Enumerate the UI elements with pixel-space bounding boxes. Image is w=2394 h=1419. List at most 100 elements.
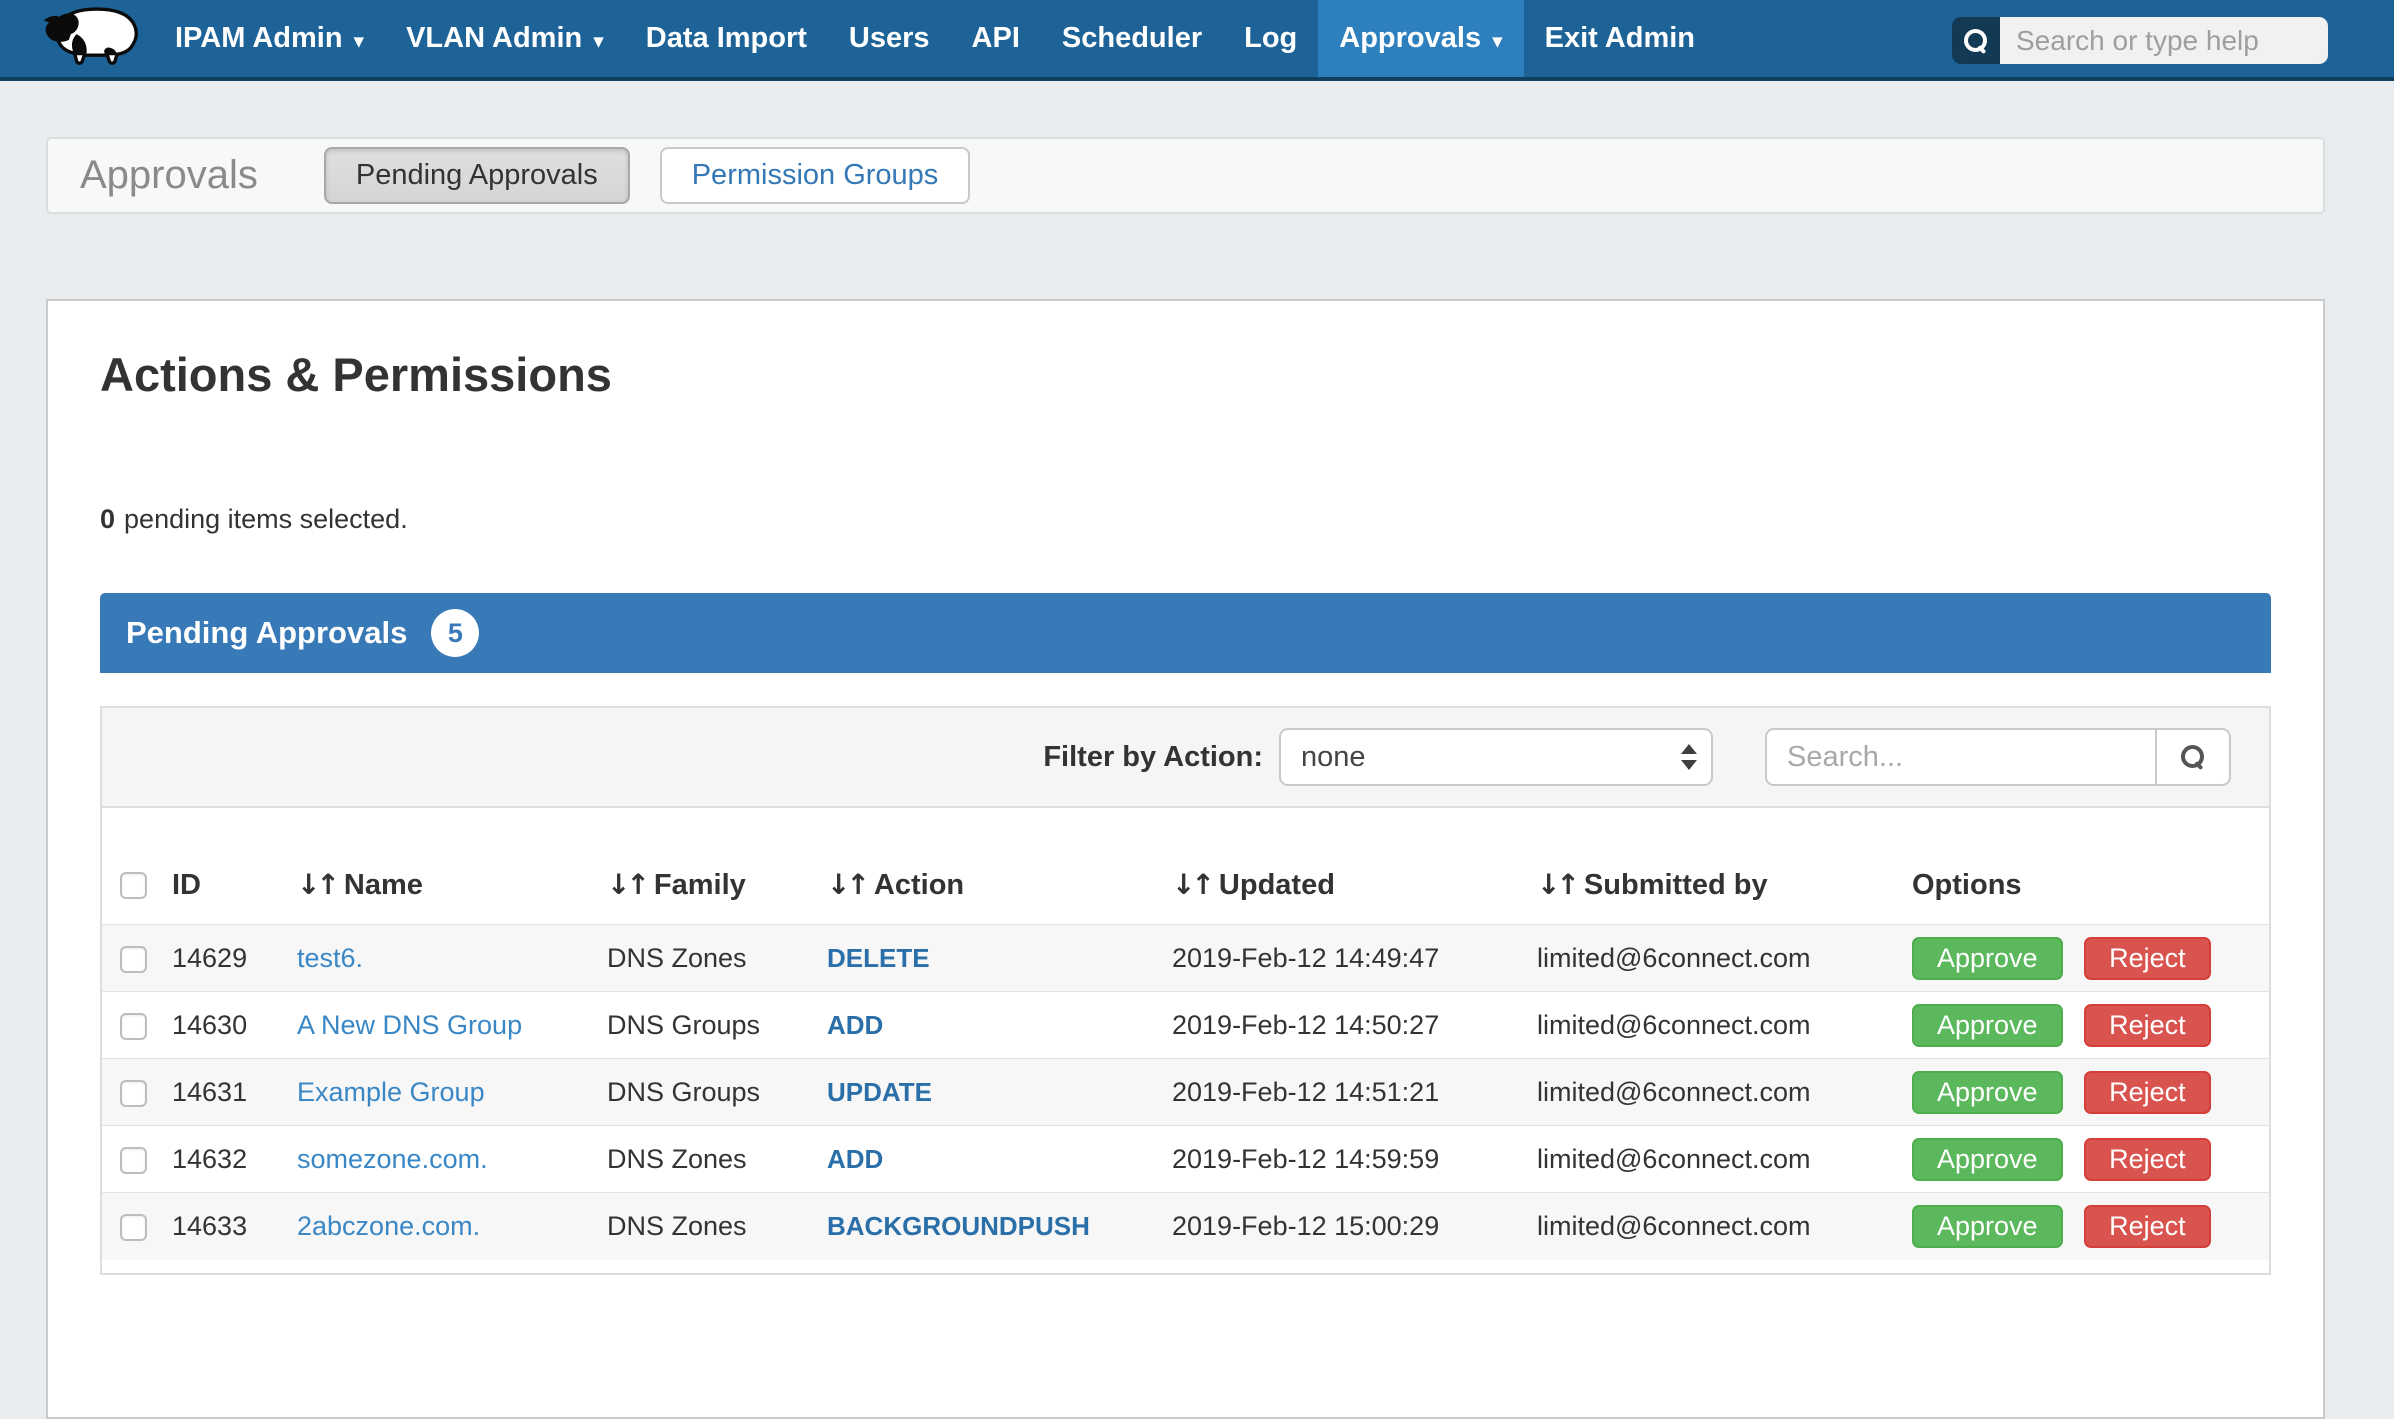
row-name-cell: 2abczone.com. (291, 1193, 601, 1260)
row-action: UPDATE (821, 1059, 1166, 1126)
approve-button[interactable]: Approve (1912, 1138, 2063, 1181)
sort-icon: ↓↑ (297, 868, 336, 901)
nav-item-ipam-admin[interactable]: IPAM Admin▾ (154, 0, 385, 77)
nav-item-label: Users (849, 22, 930, 55)
reject-button[interactable]: Reject (2084, 1004, 2211, 1047)
row-checkbox[interactable] (120, 946, 147, 973)
row-action: DELETE (821, 925, 1166, 992)
reject-button[interactable]: Reject (2084, 1071, 2211, 1114)
select-stepper-icon (1681, 744, 1697, 770)
rhino-logo-icon (40, 5, 142, 72)
table-header-row: ID ↓↑Name ↓↑Family ↓↑Action ↓↑Updated ↓↑… (102, 808, 2269, 925)
row-options-cell: Approve Reject (1906, 925, 2269, 992)
column-header-action[interactable]: ↓↑Action (821, 808, 1166, 925)
nav-item-vlan-admin[interactable]: VLAN Admin▾ (385, 0, 625, 77)
row-name-link[interactable]: test6. (297, 943, 363, 973)
reject-button[interactable]: Reject (2084, 937, 2211, 980)
row-updated: 2019-Feb-12 14:50:27 (1166, 992, 1531, 1059)
reject-button[interactable]: Reject (2084, 1138, 2211, 1181)
tab-permission-groups[interactable]: Permission Groups (660, 147, 971, 204)
row-checkbox[interactable] (120, 1214, 147, 1241)
row-submitted-by: limited@6connect.com (1531, 925, 1906, 992)
global-search (1952, 17, 2328, 64)
reject-button[interactable]: Reject (2084, 1205, 2211, 1248)
row-id: 14629 (166, 925, 291, 992)
chevron-down-icon: ▾ (593, 24, 604, 53)
row-submitted-by: limited@6connect.com (1531, 1193, 1906, 1260)
table-row: 14629 test6. DNS Zones DELETE 2019-Feb-1… (102, 925, 2269, 992)
row-submitted-by: limited@6connect.com (1531, 1059, 1906, 1126)
table-row: 14633 2abczone.com. DNS Zones BACKGROUND… (102, 1193, 2269, 1260)
panel-title: Pending Approvals (126, 615, 407, 651)
column-header-family[interactable]: ↓↑Family (601, 808, 821, 925)
row-name-link[interactable]: somezone.com. (297, 1144, 488, 1174)
nav-item-log[interactable]: Log (1223, 0, 1318, 77)
nav-item-label: API (972, 22, 1020, 55)
approve-button[interactable]: Approve (1912, 937, 2063, 980)
table-search-input[interactable] (1765, 728, 2155, 786)
page-title: Actions & Permissions (100, 347, 2271, 402)
row-family: DNS Groups (601, 992, 821, 1059)
row-checkbox-cell (102, 1059, 166, 1126)
row-options-cell: Approve Reject (1906, 992, 2269, 1059)
table-search-button[interactable] (2155, 728, 2231, 786)
row-action: ADD (821, 992, 1166, 1059)
pending-approvals-table: ID ↓↑Name ↓↑Family ↓↑Action ↓↑Updated ↓↑… (102, 808, 2269, 1260)
search-icon (2181, 745, 2205, 769)
nav-item-scheduler[interactable]: Scheduler (1041, 0, 1223, 77)
column-header-submitted-by[interactable]: ↓↑Submitted by (1531, 808, 1906, 925)
nav-item-label: Approvals (1339, 22, 1481, 55)
column-header-updated[interactable]: ↓↑Updated (1166, 808, 1531, 925)
actions-permissions-card: Actions & Permissions 0pending items sel… (46, 299, 2325, 1419)
column-header-name[interactable]: ↓↑Name (291, 808, 601, 925)
pending-approvals-table-container: Filter by Action: none (100, 706, 2271, 1275)
row-submitted-by: limited@6connect.com (1531, 1126, 1906, 1193)
column-header-id: ID (166, 808, 291, 925)
row-checkbox[interactable] (120, 1080, 147, 1107)
row-name-link[interactable]: A New DNS Group (297, 1010, 522, 1040)
row-name-cell: somezone.com. (291, 1126, 601, 1193)
approvals-subheader: Approvals Pending Approvals Permission G… (46, 137, 2325, 214)
nav-item-users[interactable]: Users (828, 0, 951, 77)
row-name-cell: test6. (291, 925, 601, 992)
filter-by-action-label: Filter by Action: (1043, 741, 1263, 774)
row-id: 14631 (166, 1059, 291, 1126)
table-row: 14630 A New DNS Group DNS Groups ADD 201… (102, 992, 2269, 1059)
nav-item-api[interactable]: API (951, 0, 1041, 77)
select-all-checkbox[interactable] (120, 872, 147, 899)
chevron-down-icon: ▾ (1492, 24, 1503, 53)
section-title: Approvals (80, 153, 258, 198)
row-checkbox[interactable] (120, 1013, 147, 1040)
tab-pending-approvals[interactable]: Pending Approvals (324, 147, 630, 204)
select-all-cell (102, 808, 166, 925)
approve-button[interactable]: Approve (1912, 1071, 2063, 1114)
provision-logo[interactable] (0, 0, 154, 77)
row-checkbox-cell (102, 1126, 166, 1193)
nav-item-exit-admin[interactable]: Exit Admin (1524, 0, 1716, 77)
pending-approvals-panel-header: Pending Approvals 5 (100, 593, 2271, 673)
row-updated: 2019-Feb-12 14:51:21 (1166, 1059, 1531, 1126)
row-id: 14632 (166, 1126, 291, 1193)
filter-action-select[interactable]: none (1279, 728, 1713, 786)
selected-count-line: 0pending items selected. (100, 504, 2271, 535)
column-header-options: Options (1906, 808, 2269, 925)
nav-item-data-import[interactable]: Data Import (625, 0, 828, 77)
nav-item-label: IPAM Admin (175, 22, 343, 55)
row-name-link[interactable]: 2abczone.com. (297, 1211, 480, 1241)
table-search (1765, 728, 2231, 786)
row-family: DNS Groups (601, 1059, 821, 1126)
sort-icon: ↓↑ (827, 868, 866, 901)
global-search-input[interactable] (2000, 17, 2328, 64)
approve-button[interactable]: Approve (1912, 1004, 2063, 1047)
table-toolbar: Filter by Action: none (102, 708, 2269, 808)
approve-button[interactable]: Approve (1912, 1205, 2063, 1248)
navbar-menu: IPAM Admin▾VLAN Admin▾Data ImportUsersAP… (154, 0, 1716, 77)
nav-item-approvals[interactable]: Approvals ▾ (1318, 0, 1523, 77)
row-name-link[interactable]: Example Group (297, 1077, 485, 1107)
row-action: ADD (821, 1126, 1166, 1193)
row-id: 14630 (166, 992, 291, 1059)
table-area: ID ↓↑Name ↓↑Family ↓↑Action ↓↑Updated ↓↑… (102, 808, 2269, 1273)
nav-item-label: Log (1244, 22, 1297, 55)
row-checkbox[interactable] (120, 1147, 147, 1174)
global-search-button[interactable] (1952, 17, 2000, 64)
